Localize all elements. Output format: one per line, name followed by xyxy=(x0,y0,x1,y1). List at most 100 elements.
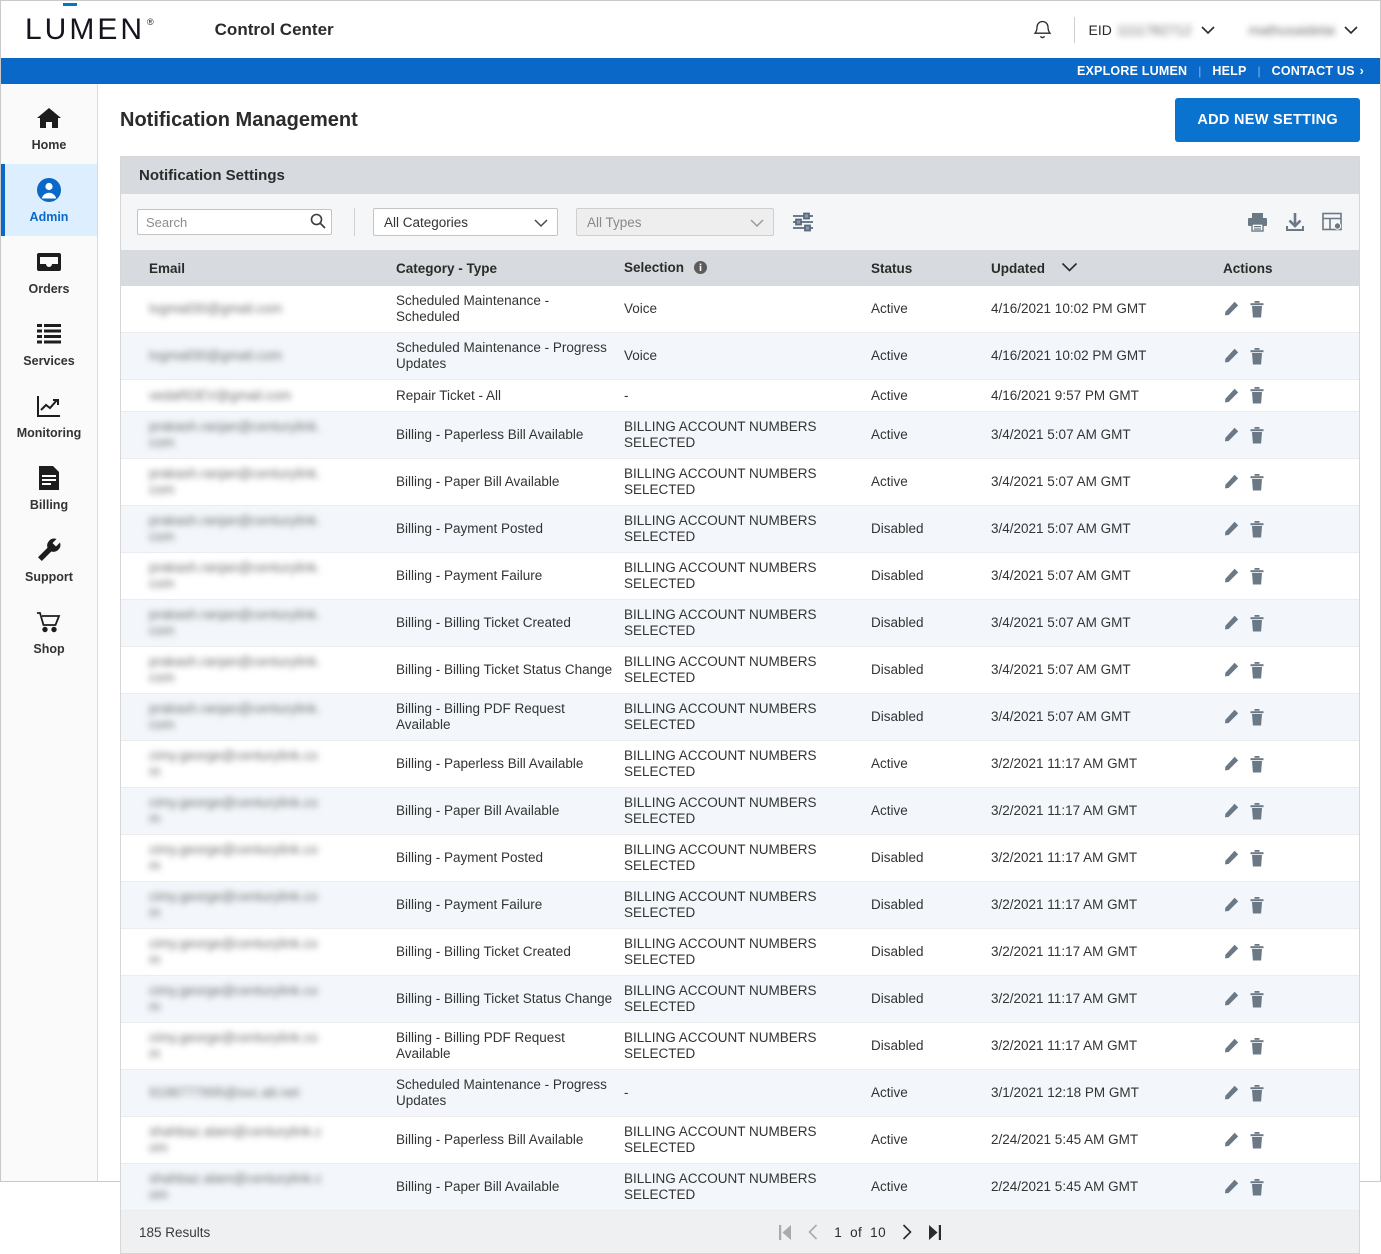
pencil-icon[interactable] xyxy=(1223,348,1239,364)
trash-icon[interactable] xyxy=(1250,1037,1264,1055)
contact-us-link[interactable]: CONTACT US › xyxy=(1272,64,1364,78)
trash-icon[interactable] xyxy=(1250,708,1264,726)
type-filter-select[interactable]: All Types xyxy=(576,208,774,236)
table-row[interactable]: tvgmail30@gmail.com Scheduled Maintenance… xyxy=(121,332,1359,380)
table-row[interactable]: prakash.ranjan@centurylink.com Billing - … xyxy=(121,458,1359,506)
sidebar-item-orders[interactable]: Orders xyxy=(1,236,97,308)
category-filter-select[interactable]: All Categories xyxy=(373,208,558,236)
trash-icon[interactable] xyxy=(1250,1131,1264,1149)
sidebar-item-home[interactable]: Home xyxy=(1,92,97,164)
pencil-icon[interactable] xyxy=(1223,803,1239,819)
main-content: Notification Management ADD NEW SETTING … xyxy=(98,84,1380,1254)
trash-icon[interactable] xyxy=(1250,661,1264,679)
table-row[interactable]: cimy.george@centurylink.com Billing - Bil… xyxy=(121,975,1359,1023)
sidebar-item-shop[interactable]: Shop xyxy=(1,596,97,668)
trash-icon[interactable] xyxy=(1250,755,1264,773)
table-row[interactable]: cimy.george@centurylink.com Billing - Bil… xyxy=(121,928,1359,976)
trash-icon[interactable] xyxy=(1250,896,1264,914)
next-page-icon[interactable] xyxy=(902,1224,912,1240)
table-row[interactable]: shahbaz.alam@centurylink.com Billing - Pa… xyxy=(121,1116,1359,1164)
last-page-icon[interactable] xyxy=(928,1224,941,1240)
column-header-email[interactable]: Email xyxy=(121,250,396,286)
pencil-icon[interactable] xyxy=(1223,662,1239,678)
table-row[interactable]: cimy.george@centurylink.com Billing - Bil… xyxy=(121,1022,1359,1070)
account-value: mathusaidelai xyxy=(1248,21,1335,38)
table-settings-icon[interactable] xyxy=(1322,212,1343,232)
pencil-icon[interactable] xyxy=(1223,1179,1239,1195)
column-header-updated[interactable]: Updated xyxy=(991,250,1223,286)
pencil-icon[interactable] xyxy=(1223,709,1239,725)
table-row[interactable]: prakash.ranjan@centurylink.com Billing - … xyxy=(121,552,1359,600)
eid-selector[interactable]: EID 1111782712 xyxy=(1089,22,1215,38)
trash-icon[interactable] xyxy=(1250,990,1264,1008)
search-input[interactable] xyxy=(137,209,332,235)
trash-icon[interactable] xyxy=(1250,520,1264,538)
table-row[interactable]: prakash.ranjan@centurylink.com Billing - … xyxy=(121,411,1359,459)
table-row[interactable]: prakash.ranjan@centurylink.com Billing - … xyxy=(121,693,1359,741)
trash-icon[interactable] xyxy=(1250,426,1264,444)
pencil-icon[interactable] xyxy=(1223,521,1239,537)
sliders-icon[interactable] xyxy=(792,212,814,232)
trash-icon[interactable] xyxy=(1250,802,1264,820)
trash-icon[interactable] xyxy=(1250,1178,1264,1196)
pencil-icon[interactable] xyxy=(1223,388,1239,404)
account-selector[interactable]: mathusaidelai xyxy=(1249,22,1358,38)
column-header-selection[interactable]: Selection xyxy=(624,250,871,286)
pencil-icon[interactable] xyxy=(1223,944,1239,960)
trash-icon[interactable] xyxy=(1250,347,1264,365)
info-icon[interactable] xyxy=(693,260,707,277)
table-row[interactable]: cimy.george@centurylink.com Billing - Pay… xyxy=(121,881,1359,929)
pencil-icon[interactable] xyxy=(1223,756,1239,772)
help-link[interactable]: HELP xyxy=(1212,64,1246,78)
trash-icon[interactable] xyxy=(1250,300,1264,318)
table-row[interactable]: prakash.ranjan@centurylink.com Billing - … xyxy=(121,505,1359,553)
cell-updated: 3/4/2021 5:07 AM GMT xyxy=(991,505,1223,553)
sidebar-item-monitoring[interactable]: Monitoring xyxy=(1,380,97,452)
trash-icon[interactable] xyxy=(1250,849,1264,867)
table-row[interactable]: tvgmail30@gmail.com Scheduled Maintenance… xyxy=(121,286,1359,333)
sidebar-item-support[interactable]: Support xyxy=(1,524,97,596)
prev-page-icon[interactable] xyxy=(808,1224,818,1240)
sidebar-item-billing[interactable]: Billing xyxy=(1,452,97,524)
pencil-icon[interactable] xyxy=(1223,1038,1239,1054)
sidebar-item-services[interactable]: Services xyxy=(1,308,97,380)
pencil-icon[interactable] xyxy=(1223,991,1239,1007)
table-row[interactable]: shahbaz.alam@centurylink.com Billing - Pa… xyxy=(121,1163,1359,1211)
explore-lumen-link[interactable]: EXPLORE LUMEN xyxy=(1077,64,1187,78)
lumen-logo[interactable]: LUMEN ® xyxy=(25,3,155,45)
pencil-icon[interactable] xyxy=(1223,897,1239,913)
cell-category: Billing - Billing Ticket Status Change xyxy=(396,646,624,694)
pencil-icon[interactable] xyxy=(1223,615,1239,631)
trash-icon[interactable] xyxy=(1250,473,1264,491)
table-row[interactable]: cimy.george@centurylink.com Billing - Pay… xyxy=(121,834,1359,882)
pencil-icon[interactable] xyxy=(1223,1085,1239,1101)
add-new-setting-button[interactable]: ADD NEW SETTING xyxy=(1175,98,1360,142)
trash-icon[interactable] xyxy=(1250,387,1264,404)
sidebar-item-admin[interactable]: Admin xyxy=(1,164,97,236)
column-header-status[interactable]: Status xyxy=(871,250,991,286)
column-header-category[interactable]: Category - Type xyxy=(396,250,624,286)
table-row[interactable]: 9198777995@svc.att.net Scheduled Maintena… xyxy=(121,1069,1359,1117)
pencil-icon[interactable] xyxy=(1223,568,1239,584)
trash-icon[interactable] xyxy=(1250,614,1264,632)
chevron-down-icon[interactable] xyxy=(1061,260,1078,275)
cell-email: cimy.george@centurylink.com xyxy=(121,928,396,976)
table-row[interactable]: cimy.george@centurylink.com Billing - Pap… xyxy=(121,787,1359,835)
trash-icon[interactable] xyxy=(1250,1084,1264,1102)
pencil-icon[interactable] xyxy=(1223,850,1239,866)
download-icon[interactable] xyxy=(1285,212,1305,232)
first-page-icon[interactable] xyxy=(779,1224,792,1240)
table-row[interactable]: vedaRDEV@gmail.com Repair Ticket - All - Ac… xyxy=(121,379,1359,412)
print-icon[interactable] xyxy=(1247,212,1268,232)
pencil-icon[interactable] xyxy=(1223,474,1239,490)
search-icon[interactable] xyxy=(310,213,326,234)
table-row[interactable]: prakash.ranjan@centurylink.com Billing - … xyxy=(121,599,1359,647)
table-row[interactable]: cimy.george@centurylink.com Billing - Pap… xyxy=(121,740,1359,788)
trash-icon[interactable] xyxy=(1250,943,1264,961)
trash-icon[interactable] xyxy=(1250,567,1264,585)
table-row[interactable]: prakash.ranjan@centurylink.com Billing - … xyxy=(121,646,1359,694)
pencil-icon[interactable] xyxy=(1223,301,1239,317)
pencil-icon[interactable] xyxy=(1223,1132,1239,1148)
pencil-icon[interactable] xyxy=(1223,427,1239,443)
bell-icon[interactable] xyxy=(1026,13,1060,47)
